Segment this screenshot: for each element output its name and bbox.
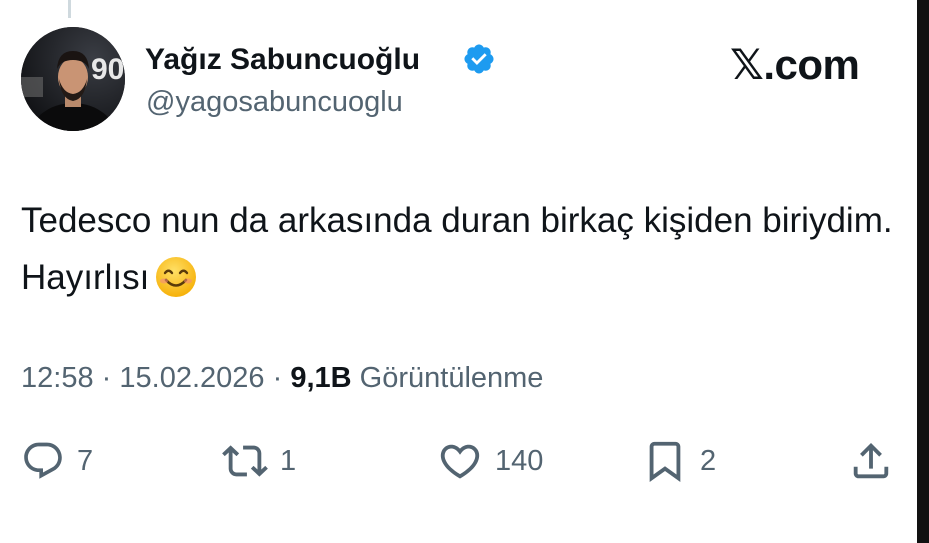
thread-connector-line <box>68 0 71 18</box>
retweet-button[interactable]: 1 <box>222 436 296 486</box>
views-count: 9,1B <box>290 362 352 394</box>
retweet-icon <box>222 445 268 477</box>
tweet-time[interactable]: 12:58 <box>21 362 94 394</box>
profile-photo-icon: 90 <box>21 27 125 131</box>
smiling-face-emoji-icon <box>155 256 197 298</box>
reply-count: 7 <box>77 444 94 477</box>
avatar[interactable]: 90 <box>21 27 125 131</box>
author-name[interactable]: Yağız Sabuncuoğlu <box>145 43 420 77</box>
share-button[interactable] <box>848 436 894 486</box>
views-label: Görüntülenme <box>359 362 544 394</box>
heart-icon <box>440 444 480 479</box>
svg-text:90: 90 <box>91 53 124 86</box>
verified-badge-icon <box>462 42 496 76</box>
tweet-card: 90 Yağız Sabuncuoğlu @yagosabuncuoglu 𝕏.… <box>0 0 929 543</box>
reply-icon <box>24 442 62 479</box>
retweet-count: 1 <box>280 444 297 477</box>
meta-separator-2: · <box>272 362 283 394</box>
tweet-body: Tedesco nun da arkasında duran birkaç ki… <box>21 201 893 297</box>
bookmark-icon <box>649 441 681 482</box>
x-com-logo: 𝕏.com <box>730 41 860 88</box>
share-icon <box>853 442 889 479</box>
like-button[interactable]: 140 <box>437 436 543 486</box>
reply-button[interactable]: 7 <box>21 436 93 486</box>
bookmark-button[interactable]: 2 <box>642 436 716 486</box>
bookmark-count: 2 <box>700 444 717 477</box>
action-bar: 7 1 140 2 <box>0 436 929 486</box>
tweet-date[interactable]: 15.02.2026 <box>119 362 264 394</box>
tweet-meta: 12:58 · 15.02.2026 · 9,1B Görüntülenme <box>21 362 543 395</box>
tweet-text: Tedesco nun da arkasında duran birkaç ki… <box>21 192 901 306</box>
author-handle[interactable]: @yagosabuncuoglu <box>146 86 403 119</box>
meta-separator: · <box>101 362 112 394</box>
like-count: 140 <box>495 444 544 477</box>
